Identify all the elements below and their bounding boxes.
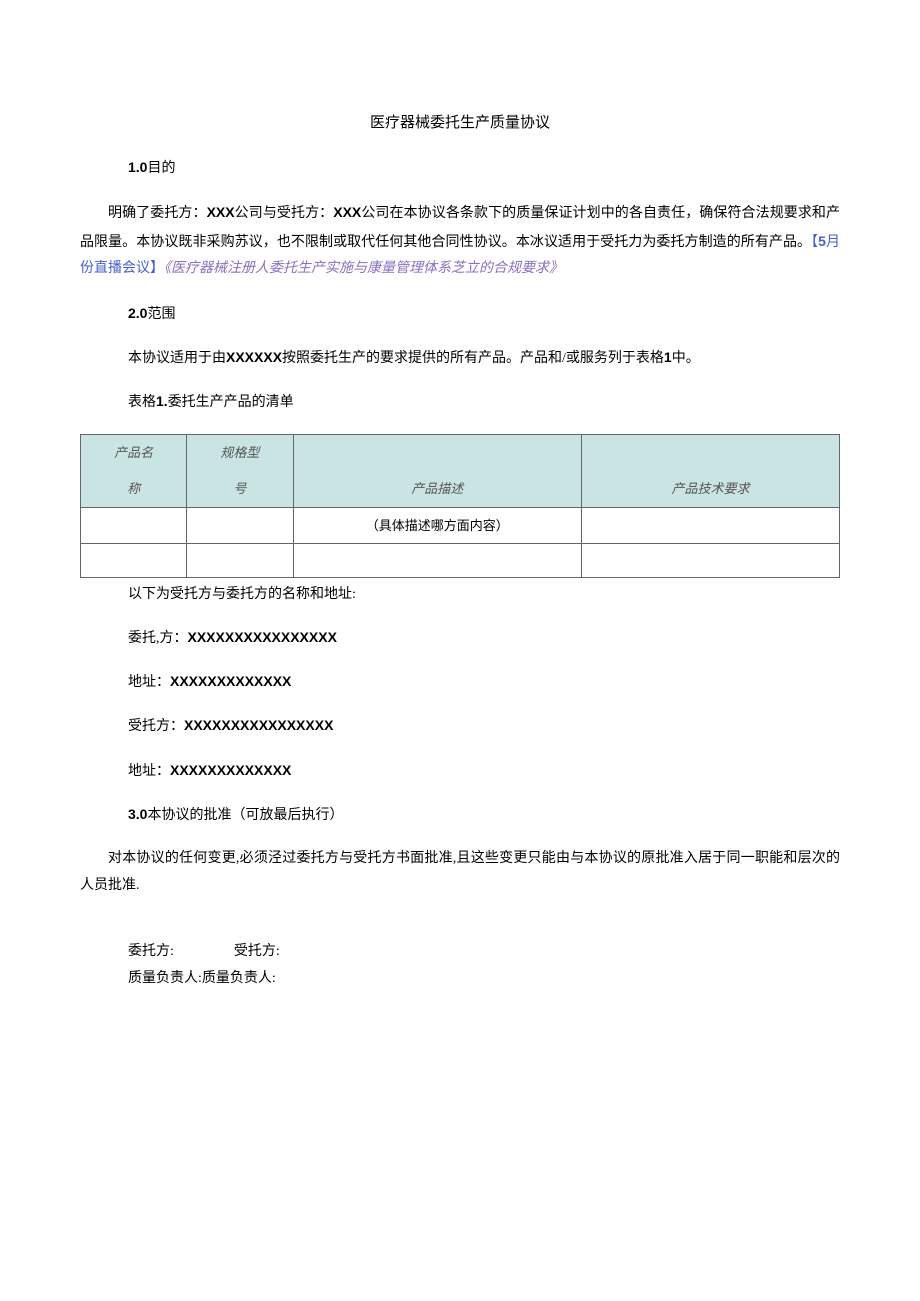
section-3-label: 本协议的批准（可放最后执行） [147, 808, 343, 823]
caption-rest: 委托生产产品的清单 [168, 395, 294, 410]
s2-one: 1 [664, 349, 672, 365]
entrusted-party-line: 受托方：XXXXXXXXXXXXXXXX [128, 713, 840, 739]
table-header-row: 产品名 称 规格型 号 产品描述 产品技术要求 [81, 434, 840, 507]
parties-intro: 以下为受托方与委托方的名称和地址: [128, 582, 840, 607]
entrusting-address-value: XXXXXXXXXXXXX [170, 673, 291, 689]
s2-text-3: 中。 [672, 351, 700, 366]
th-tech-req: 产品技术要求 [581, 434, 839, 507]
entrusted-address-line: 地址：XXXXXXXXXXXXX [128, 758, 840, 784]
th-c2b: 号 [195, 477, 284, 500]
th-spec-model: 规格型 号 [187, 434, 293, 507]
s1-xxx-1: XXX [207, 204, 235, 220]
s2-xxxxxx: XXXXXX [226, 349, 282, 365]
cell-r0c1 [187, 507, 293, 543]
th-c4: 产品技术要求 [671, 481, 749, 496]
section-2-paragraph: 本协议适用于由XXXXXX按照委托生产的要求提供的所有产品。产品和/或服务列于表… [128, 345, 840, 371]
entrusted-party-label: 受托方： [128, 719, 184, 734]
th-c3: 产品描述 [411, 481, 463, 496]
section-3-heading: 3.0本协议的批准（可放最后执行） [128, 802, 840, 828]
sig-entrusting-label: 委托方: [128, 939, 174, 966]
signature-row-1: 委托方: 受托方: [128, 939, 840, 966]
table-row: （具体描述哪方面内容） [81, 507, 840, 543]
th-product-name: 产品名 称 [81, 434, 187, 507]
th-c2a: 规格型 [195, 441, 284, 464]
link1-num: 5 [818, 233, 826, 249]
sig-quality-a-label: 质量负责人: [128, 966, 202, 993]
cell-r1c1 [187, 543, 293, 577]
section-2-heading: 2.0范围 [128, 301, 840, 327]
entrusting-address-line: 地址：XXXXXXXXXXXXX [128, 669, 840, 695]
s2-text-1: 本协议适用于由 [128, 351, 226, 366]
entrusting-party-label: 委托,方： [128, 631, 188, 646]
regulation-link[interactable]: 《医疗器械注册人委托生产实施与康量管理体系芝立的合规要求》 [164, 261, 563, 276]
table-caption: 表格1.委托生产产品的清单 [128, 389, 840, 415]
cell-r1c3 [581, 543, 839, 577]
cell-r0c3 [581, 507, 839, 543]
section-1-number: 1.0 [128, 159, 147, 175]
entrusted-party-value: XXXXXXXXXXXXXXXX [184, 717, 333, 733]
section-2-label: 范围 [147, 307, 175, 322]
section-3-paragraph: 对本协议的任何变更,必须泾过委托方与受托方书面批准,且这些变更只能由与本协议的原… [80, 846, 840, 899]
product-table: 产品名 称 规格型 号 产品描述 产品技术要求 （具体描述哪方面内容） [80, 434, 840, 578]
cell-r1c0 [81, 543, 187, 577]
s1-xxx-2: XXX [333, 204, 361, 220]
cell-r0c0 [81, 507, 187, 543]
entrusted-address-label: 地址： [128, 764, 170, 779]
s1-text-1: 明确了委托方： [108, 206, 207, 221]
entrusting-address-label: 地址： [128, 675, 170, 690]
sig-entrusted-label: 受托方: [234, 939, 280, 966]
s2-text-2: 按照委托生产的要求提供的所有产品。产品和/或服务列于表格 [282, 351, 664, 366]
section-3-number: 3.0 [128, 806, 147, 822]
signature-row-2: 质量负责人:质量负责人: [128, 966, 840, 993]
section-1-paragraph: 明确了委托方：XXX公司与受托方：XXX公司在本协议各条款下的质量保证计划中的各… [80, 199, 840, 283]
sig-quality-b-label: 质量负责人: [202, 966, 276, 993]
cell-r0c2: （具体描述哪方面内容） [293, 507, 581, 543]
entrusted-address-value: XXXXXXXXXXXXX [170, 762, 291, 778]
document-title: 医疗器械委托生产质量协议 [80, 110, 840, 137]
entrusting-party-line: 委托,方：XXXXXXXXXXXXXXXX [128, 625, 840, 651]
table-row [81, 543, 840, 577]
section-2-number: 2.0 [128, 305, 147, 321]
th-description: 产品描述 [293, 434, 581, 507]
section-1-label: 目的 [147, 161, 175, 176]
th-c1a: 产品名 [89, 441, 178, 464]
th-c1b: 称 [89, 477, 178, 500]
s1-text-2: 公司与受托方： [235, 206, 334, 221]
caption-prefix: 表格 [128, 395, 156, 410]
signature-block: 委托方: 受托方: 质量负责人:质量负责人: [128, 939, 840, 992]
caption-num: 1. [156, 393, 168, 409]
section-1-heading: 1.0目的 [128, 155, 840, 181]
cell-r1c2 [293, 543, 581, 577]
entrusting-party-value: XXXXXXXXXXXXXXXX [188, 629, 337, 645]
